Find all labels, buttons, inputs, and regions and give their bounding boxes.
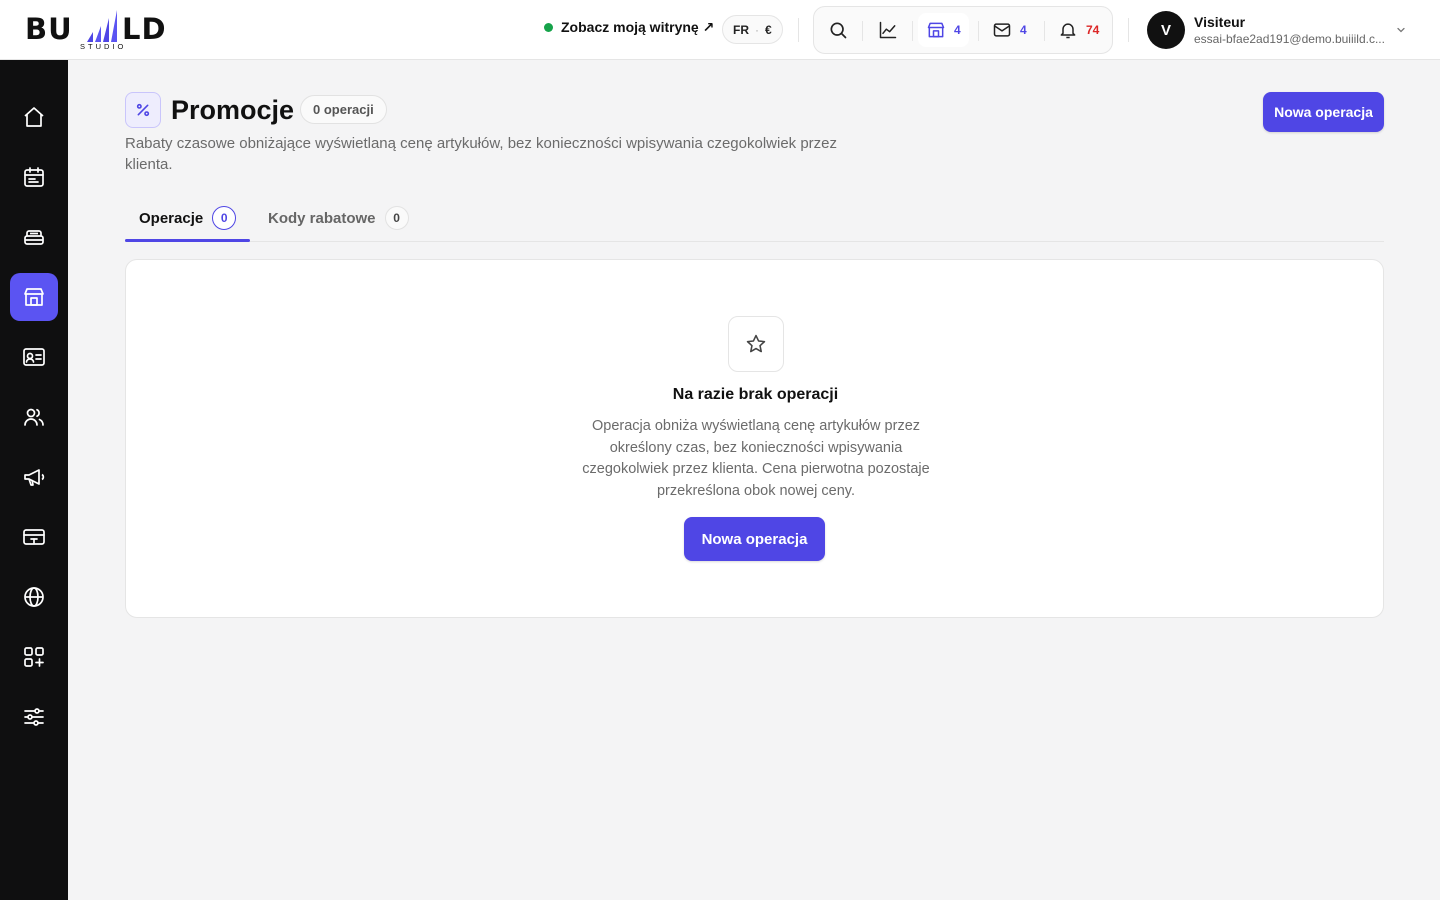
empty-state-icon-box (728, 316, 784, 372)
sidebar-item-customers[interactable] (10, 393, 58, 441)
active-tab-indicator (125, 239, 250, 242)
sidebar-item-payments[interactable] (10, 513, 58, 561)
sidebar-item-calendar[interactable] (10, 153, 58, 201)
sidebar-item-products[interactable] (10, 213, 58, 261)
tab-operations-count: 0 (212, 206, 237, 230)
orders-count: 4 (954, 23, 961, 37)
tab-operations-label: Operacje (139, 209, 204, 227)
star-icon (746, 334, 766, 353)
header-toolbar: 4 4 74 (813, 6, 1113, 54)
new-operation-button[interactable]: Nowa operacja (1263, 92, 1384, 132)
percent-icon (136, 103, 150, 117)
orders-button[interactable]: 4 (918, 13, 969, 47)
sidebar (0, 60, 68, 900)
user-menu[interactable]: V Visiteur essai-bfae2ad191@demo.buiiild… (1147, 11, 1405, 49)
users-icon (24, 408, 44, 426)
toolbar-divider (978, 21, 979, 41)
analytics-icon (879, 21, 897, 39)
user-name: Visiteur (1194, 13, 1246, 30)
sidebar-item-website[interactable] (10, 573, 58, 621)
messages-button[interactable]: 4 (984, 13, 1035, 47)
store-icon (24, 288, 44, 306)
box-icon (24, 230, 44, 245)
analytics-button[interactable] (870, 13, 906, 47)
sidebar-item-shop[interactable] (10, 273, 58, 321)
language-currency-selector[interactable]: FR · € (722, 15, 783, 44)
globe-icon (24, 587, 44, 607)
top-bar: BU LD STUDIO Zobacz moją witrynę ↗ FR · … (0, 0, 1440, 60)
sidebar-item-contacts[interactable] (10, 333, 58, 381)
megaphone-icon (24, 469, 45, 486)
payment-icon (23, 529, 45, 545)
promotions-icon (125, 92, 161, 128)
notifications-count: 74 (1086, 23, 1100, 37)
page-title: Promocje (171, 95, 295, 125)
view-site-label: Zobacz moją witrynę ↗ (561, 19, 715, 35)
sidebar-item-marketing[interactable] (10, 453, 58, 501)
user-email: essai-bfae2ad191@demo.buiiild.c... (1194, 31, 1385, 46)
sidebar-item-apps[interactable] (10, 633, 58, 681)
empty-state-title: Na razie brak operacji (672, 386, 839, 403)
contact-card-icon (23, 348, 45, 366)
logo-text-right: LD (122, 12, 167, 46)
tab-discount-codes[interactable]: Kody rabatowe 0 (268, 205, 409, 231)
apps-icon (24, 647, 44, 667)
user-info: Visiteur essai-bfae2ad191@demo.buiiild.c… (1194, 14, 1386, 47)
online-status-dot (544, 23, 553, 32)
mail-icon (993, 23, 1011, 37)
toolbar-divider (912, 21, 913, 41)
language-code: FR (733, 22, 749, 37)
home-icon (24, 107, 44, 127)
empty-state-description: Operacja obniża wyświetlaną cenę artykuł… (582, 418, 930, 499)
logo-bars-mark (87, 10, 117, 42)
header-divider (798, 18, 799, 42)
chevron-down-icon (1397, 27, 1405, 33)
logo-text-left: BU (25, 12, 73, 46)
toolbar-divider (862, 21, 863, 41)
empty-state-new-operation-button[interactable]: Nowa operacja (684, 517, 825, 561)
page-subtitle: Rabaty czasowe obniżające wyświetlaną ce… (125, 135, 838, 173)
operations-count-badge: 0 operacji (300, 95, 387, 124)
tab-discount-codes-count: 0 (384, 206, 409, 230)
avatar: V (1147, 11, 1185, 49)
messages-count: 4 (1020, 23, 1027, 37)
empty-state-card: Na razie brak operacji Operacja obniża w… (125, 259, 1384, 618)
logo[interactable]: BU LD STUDIO (25, 8, 185, 52)
notifications-button[interactable]: 74 (1050, 13, 1107, 47)
tab-discount-codes-label: Kody rabatowe (268, 209, 376, 227)
logo-subtext: STUDIO (80, 42, 127, 51)
currency-symbol: € (765, 22, 772, 37)
lang-separator: · (755, 22, 759, 37)
header-divider (1128, 18, 1129, 42)
search-icon (830, 22, 847, 39)
toolbar-divider (1044, 21, 1045, 41)
sidebar-item-home[interactable] (10, 93, 58, 141)
store-icon (927, 22, 945, 38)
bell-icon (1060, 23, 1076, 39)
tabs-divider (125, 241, 1384, 242)
sidebar-item-settings[interactable] (10, 693, 58, 741)
settings-sliders-icon (24, 708, 44, 726)
search-button[interactable] (820, 13, 856, 47)
view-site-link[interactable]: Zobacz moją witrynę ↗ (544, 19, 714, 36)
tab-operations[interactable]: Operacje 0 (139, 205, 237, 231)
calendar-icon (24, 167, 44, 187)
